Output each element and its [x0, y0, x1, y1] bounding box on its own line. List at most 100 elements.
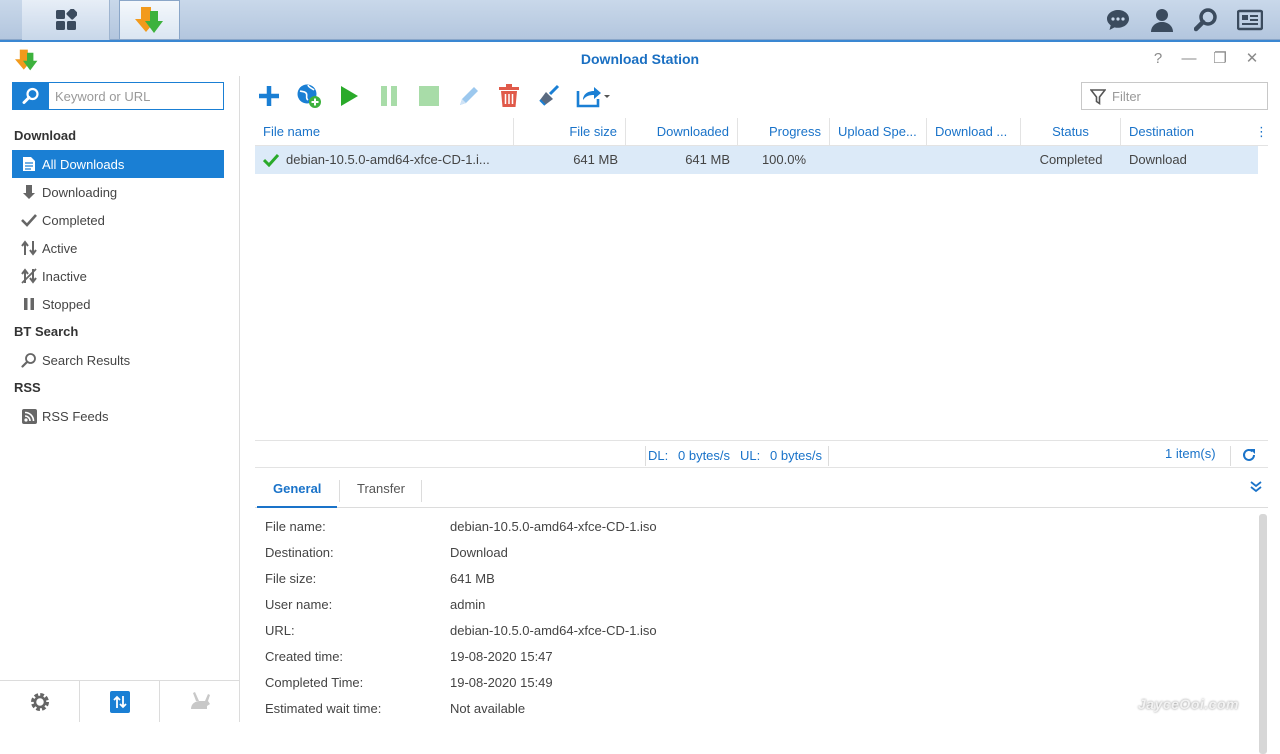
detail-row-estimated-wait: Estimated wait time: Not available	[265, 696, 1255, 722]
section-download[interactable]: Download	[14, 128, 76, 143]
sidebar-item-active[interactable]: Active	[12, 234, 224, 262]
window-titlebar[interactable]: Download Station ? — ❐ ✕	[0, 42, 1280, 76]
detail-key: Destination:	[265, 545, 334, 560]
dl-speed: 0 bytes/s	[678, 448, 731, 463]
widgets-icon[interactable]	[1236, 6, 1264, 34]
cell-progress: 100.0%	[761, 152, 807, 167]
tab-general[interactable]: General	[257, 474, 338, 508]
sidebar-item-rss-feeds[interactable]: RSS Feeds	[12, 402, 224, 430]
window-title: Download Station	[580, 51, 700, 67]
emule-button[interactable]	[160, 681, 239, 722]
cell-destination: Download	[1129, 152, 1187, 167]
detail-key: Completed Time:	[265, 675, 364, 690]
column-downloaded[interactable]: Downloaded	[626, 118, 738, 146]
sidebar-item-stopped[interactable]: Stopped	[12, 290, 224, 318]
status-bar: DL: 0 bytes/s UL: 0 bytes/s 1 item(s)	[255, 440, 1268, 468]
detail-tabs: General Transfer	[255, 474, 1268, 508]
detail-value: admin	[450, 597, 486, 612]
search-box	[12, 82, 224, 110]
divider	[339, 480, 340, 502]
detail-key: Estimated wait time:	[265, 701, 382, 716]
add-task-button[interactable]	[255, 82, 283, 110]
sidebar-item-label: Downloading	[42, 184, 118, 200]
sidebar-item-label: Completed	[42, 212, 105, 228]
detail-row-url: URL: debian-10.5.0-amd64-xfce-CD-1.iso	[265, 618, 1255, 644]
section-rss[interactable]: RSS	[14, 380, 41, 395]
search-input[interactable]	[55, 83, 221, 109]
detail-row-completed-time: Completed Time: 19-08-2020 15:49	[265, 670, 1255, 696]
detail-row-created-time: Created time: 19-08-2020 15:47	[265, 644, 1255, 670]
column-menu-icon[interactable]: ⋮	[1251, 118, 1268, 146]
pause-button[interactable]	[375, 82, 403, 110]
cell-upload-speed	[830, 146, 927, 174]
main-menu-button[interactable]	[22, 0, 110, 40]
cell-file-name: debian-10.5.0-amd64-xfce-CD-1.i...	[286, 152, 490, 167]
globe-plus-icon	[297, 84, 321, 108]
search-button[interactable]	[13, 83, 49, 109]
sidebar-item-search-results[interactable]: Search Results	[12, 346, 224, 374]
column-file-size[interactable]: File size	[514, 118, 626, 146]
collapse-chevron-icon[interactable]	[1249, 480, 1263, 494]
detail-key: File size:	[265, 571, 317, 586]
detail-scrollbar[interactable]	[1259, 514, 1267, 754]
add-url-button[interactable]	[295, 82, 323, 110]
grid-header: File name File size Downloaded Progress …	[255, 118, 1268, 146]
gear-icon	[30, 692, 49, 711]
column-progress[interactable]: Progress	[738, 118, 830, 146]
inactive-icon	[20, 267, 38, 285]
help-button[interactable]: ?	[1149, 50, 1167, 68]
column-destination[interactable]: Destination	[1121, 118, 1251, 146]
detail-row-file-size: File size: 641 MB	[265, 566, 1255, 592]
sidebar-item-inactive[interactable]: Inactive	[12, 262, 224, 290]
divider	[421, 480, 422, 502]
sidebar-item-completed[interactable]: Completed	[12, 206, 224, 234]
sidebar-item-label: All Downloads	[42, 156, 125, 172]
broom-icon	[539, 84, 560, 106]
edit-button[interactable]	[455, 82, 483, 110]
download-station-taskbar-button[interactable]	[119, 0, 180, 40]
arrow-down-icon	[20, 183, 38, 201]
download-list: File name File size Downloaded Progress …	[255, 118, 1268, 440]
download-station-window: Download Station ? — ❐ ✕ Download All Do…	[0, 40, 1280, 754]
refresh-icon[interactable]	[1242, 448, 1256, 462]
close-button[interactable]: ✕	[1243, 50, 1261, 68]
restore-button[interactable]: ❐	[1211, 50, 1229, 68]
user-icon[interactable]	[1148, 6, 1176, 34]
column-download-speed[interactable]: Download ...	[927, 118, 1021, 146]
table-row[interactable]: debian-10.5.0-amd64-xfce-CD-1.i... 641 M…	[255, 146, 1258, 174]
transfer-settings-button[interactable]	[80, 681, 160, 722]
cell-download-speed	[927, 146, 1021, 174]
sidebar-item-label: RSS Feeds	[42, 408, 109, 424]
detail-value: debian-10.5.0-amd64-xfce-CD-1.iso	[450, 623, 657, 638]
clear-completed-button[interactable]	[535, 82, 563, 110]
search-icon[interactable]	[1192, 6, 1220, 34]
column-status[interactable]: Status	[1021, 118, 1121, 146]
tab-transfer[interactable]: Transfer	[341, 474, 421, 508]
detail-key: File name:	[265, 519, 326, 534]
completed-check-icon	[263, 153, 279, 167]
column-upload-speed[interactable]: Upload Spe...	[830, 118, 927, 146]
cell-file-size: 641 MB	[573, 152, 618, 167]
section-bt-search[interactable]: BT Search	[14, 324, 78, 339]
transfer-icon	[109, 690, 130, 713]
sidebar-item-label: Search Results	[42, 352, 131, 368]
cell-downloaded: 641 MB	[685, 152, 730, 167]
column-file-name[interactable]: File name	[255, 118, 514, 146]
trash-icon	[499, 84, 519, 107]
divider	[645, 446, 646, 466]
share-button[interactable]	[575, 82, 611, 110]
chat-icon[interactable]	[1104, 6, 1132, 34]
delete-button[interactable]	[495, 82, 523, 110]
sidebar-item-downloading[interactable]: Downloading	[12, 178, 224, 206]
settings-button[interactable]	[0, 681, 80, 722]
detail-row-destination: Destination: Download	[265, 540, 1255, 566]
minimize-button[interactable]: —	[1180, 50, 1198, 68]
grid-icon	[55, 9, 77, 30]
sidebar-item-all-downloads[interactable]: All Downloads	[12, 150, 224, 178]
resume-button[interactable]	[335, 82, 363, 110]
filter-input[interactable]	[1112, 83, 1262, 109]
stop-button[interactable]	[415, 82, 443, 110]
check-icon	[20, 211, 38, 229]
sidebar: Download All Downloads Downloading Compl…	[0, 76, 240, 722]
detail-key: URL:	[265, 623, 295, 638]
